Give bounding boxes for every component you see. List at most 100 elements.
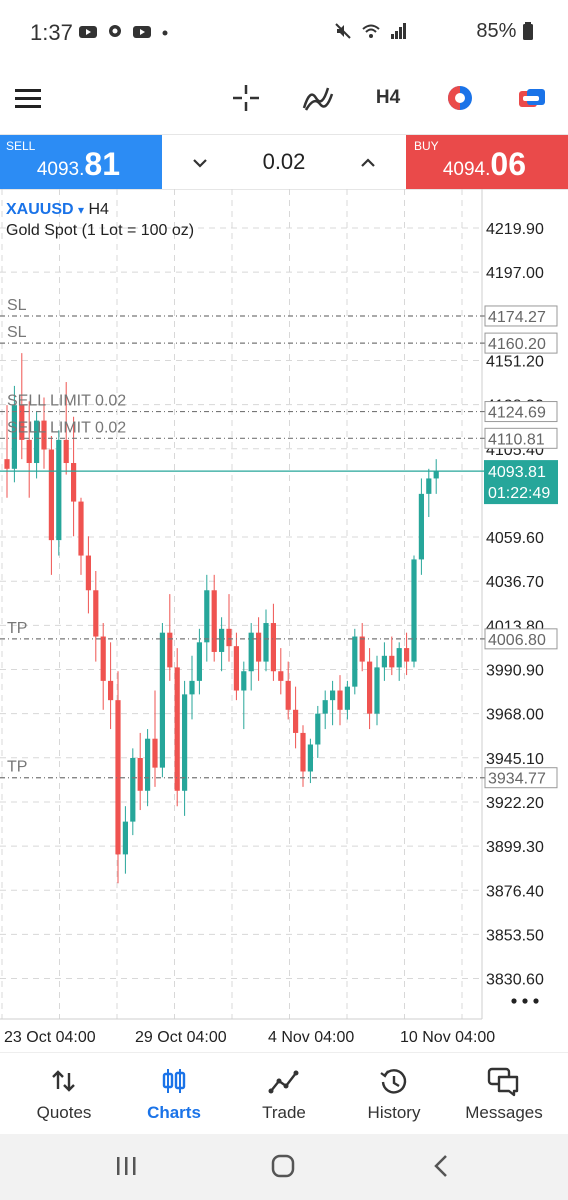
indicators-icon[interactable]	[296, 68, 340, 128]
chevron-up-icon	[361, 158, 375, 167]
candle-body	[374, 667, 380, 714]
symbol-description: Gold Spot (1 Lot = 100 oz)	[6, 222, 195, 239]
buy-button[interactable]: BUY 4094.06	[406, 135, 568, 189]
candle-body	[263, 623, 269, 662]
system-status-icons	[334, 22, 408, 45]
candle-body	[85, 555, 91, 591]
y-axis-label: 3945.10	[486, 751, 544, 768]
price-chart[interactable]: 4219.904197.004151.204128.304105.404059.…	[0, 189, 568, 1049]
y-axis-label: 3968.00	[486, 707, 544, 724]
order-level-label: TP	[7, 620, 27, 637]
order-level-label: SL	[7, 297, 27, 314]
candle-body	[167, 632, 173, 668]
sell-price-small: 4093.	[36, 159, 85, 180]
order-level-price: 4174.27	[488, 309, 546, 326]
y-axis-label: 3876.40	[486, 883, 544, 900]
candle-body	[404, 648, 410, 662]
candle-body	[182, 694, 188, 791]
candle-body	[152, 738, 158, 768]
notification-icons	[78, 22, 170, 45]
recent-apps-icon[interactable]	[114, 1154, 138, 1183]
candle-body	[78, 501, 84, 556]
order-level-label: SELL LIMIT 0.02	[7, 393, 126, 410]
candle-body	[174, 667, 180, 791]
home-icon[interactable]	[270, 1153, 296, 1184]
order-level-price: 4110.81	[488, 431, 545, 448]
candle-body	[307, 744, 313, 772]
candle-body	[100, 636, 106, 681]
nav-charts[interactable]: Charts	[118, 1053, 230, 1135]
order-level-price: 4006.80	[488, 632, 546, 649]
candle-body	[389, 655, 395, 668]
buy-price-large: 06	[490, 146, 526, 182]
quotes-icon	[8, 1067, 120, 1099]
one-click-trading-icon[interactable]	[440, 68, 480, 128]
nav-messages[interactable]: Messages	[448, 1053, 560, 1135]
nav-quotes[interactable]: Quotes	[8, 1053, 120, 1135]
chart-toolbar: H4	[0, 68, 568, 134]
candle-body	[270, 623, 276, 672]
candle-body	[122, 821, 128, 855]
candle-body	[71, 463, 77, 502]
candle-body	[108, 680, 114, 701]
candle-body	[11, 405, 17, 469]
battery-icon	[523, 22, 533, 40]
candle-body	[145, 738, 151, 791]
system-navigation	[0, 1134, 568, 1200]
x-axis-label: 10 Nov 04:00	[400, 1029, 495, 1046]
buy-price-small: 4094.	[442, 159, 491, 180]
history-icon	[338, 1067, 450, 1099]
order-level-price: 4160.20	[488, 336, 546, 353]
nav-trade[interactable]: Trade	[228, 1053, 340, 1135]
candle-body	[226, 628, 232, 647]
increase-lot-button[interactable]	[360, 149, 376, 175]
nav-history[interactable]: History	[338, 1053, 450, 1135]
more-dot	[522, 998, 528, 1004]
nav-messages-label: Messages	[465, 1103, 543, 1122]
sell-label: SELL	[6, 139, 36, 153]
status-bar: 1:37 85%	[0, 0, 568, 68]
candle-body	[56, 439, 62, 541]
x-axis-label: 29 Oct 04:00	[135, 1029, 227, 1046]
order-level-label: SELL LIMIT 0.02	[7, 419, 126, 436]
battery-percent: 85%	[476, 20, 517, 42]
nav-charts-label: Charts	[147, 1103, 201, 1122]
candle-body	[278, 671, 284, 681]
crosshair-icon[interactable]	[226, 68, 266, 128]
symbol-name[interactable]: XAUUSD	[6, 201, 74, 218]
youtube-icon	[133, 26, 152, 38]
candle-countdown: 01:22:49	[488, 485, 550, 502]
candle-body	[293, 709, 299, 733]
symbol-dropdown-icon[interactable]: ▾	[78, 203, 84, 217]
timeframe-button[interactable]: H4	[368, 68, 408, 128]
order-level-label: SL	[7, 324, 27, 341]
more-dot	[533, 998, 539, 1004]
order-level-label: TP	[7, 759, 27, 776]
candle-body	[322, 700, 328, 714]
y-axis-label: 4151.20	[486, 353, 544, 370]
y-axis-label: 4036.70	[486, 574, 544, 591]
candle-body	[433, 470, 439, 479]
back-icon[interactable]	[430, 1154, 452, 1183]
sell-button[interactable]: SELL 4093.81	[0, 135, 162, 189]
menu-icon[interactable]	[8, 68, 48, 128]
candle-body	[26, 439, 32, 464]
candle-body	[137, 757, 143, 791]
candle-body	[219, 628, 225, 652]
candle-body	[411, 559, 417, 662]
candle-body	[48, 449, 54, 541]
order-level-price: 4124.69	[488, 405, 546, 422]
candle-body	[159, 632, 165, 768]
nav-quotes-label: Quotes	[36, 1103, 92, 1122]
charts-icon	[118, 1067, 230, 1099]
trade-toggle-icon[interactable]	[512, 68, 552, 128]
messages-icon	[448, 1067, 560, 1099]
sell-price-large: 81	[84, 146, 120, 182]
chart-canvas[interactable]: 4219.904197.004151.204128.304105.404059.…	[0, 189, 568, 1049]
candle-body	[367, 661, 373, 714]
signal-icon	[391, 23, 406, 39]
candle-body	[130, 757, 136, 822]
symbol-timeframe: H4	[88, 201, 109, 218]
candle-body	[4, 459, 10, 469]
candle-body	[418, 493, 424, 560]
